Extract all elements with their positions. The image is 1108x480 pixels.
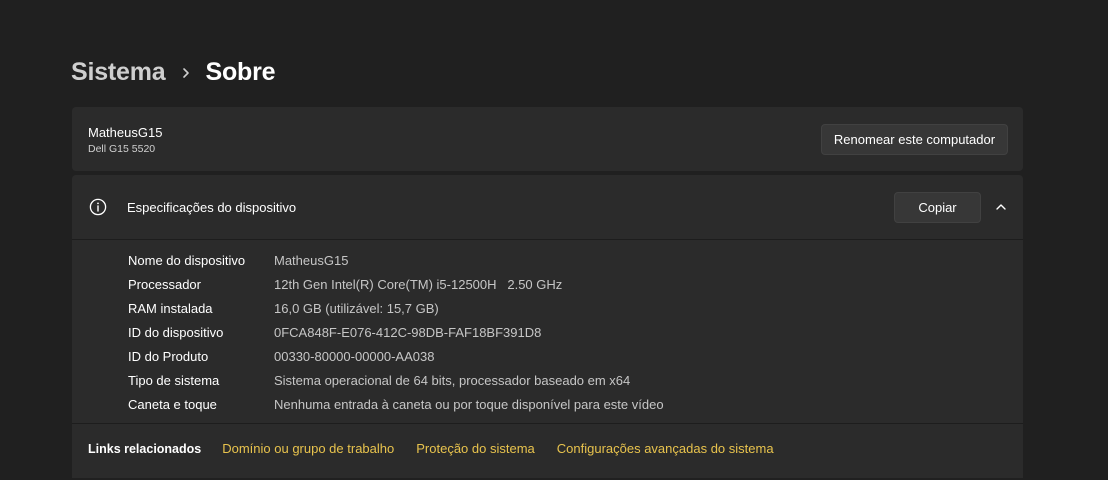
- chevron-right-icon: [166, 58, 206, 87]
- spec-value[interactable]: Nenhuma entrada à caneta ou por toque di…: [274, 397, 664, 412]
- spec-label: ID do dispositivo: [128, 324, 224, 340]
- spec-value[interactable]: MatheusG15: [274, 253, 348, 268]
- divider: [72, 423, 1023, 424]
- spec-value[interactable]: 12th Gen Intel(R) Core(TM) i5-12500H 2.5…: [274, 277, 562, 292]
- spec-row: Processador 12th Gen Intel(R) Core(TM) i…: [128, 272, 664, 296]
- device-model: Dell G15 5520: [88, 143, 156, 155]
- spec-row: Nome do dispositivo MatheusG15: [128, 248, 664, 272]
- spec-label: RAM instalada: [128, 300, 213, 316]
- spec-label: Caneta e toque: [128, 396, 217, 412]
- breadcrumb-parent-sistema[interactable]: Sistema: [71, 58, 166, 87]
- spec-row: Tipo de sistema Sistema operacional de 6…: [128, 368, 664, 392]
- spec-row: ID do Produto 00330-80000-00000-AA038: [128, 344, 664, 368]
- rename-computer-button[interactable]: Renomear este computador: [821, 124, 1008, 155]
- link-domain-workgroup[interactable]: Domínio ou grupo de trabalho: [222, 441, 394, 456]
- chevron-up-icon[interactable]: [994, 200, 1008, 214]
- spec-label: ID do Produto: [128, 348, 209, 364]
- device-name: MatheusG15: [88, 125, 163, 140]
- related-links: Links relacionados Domínio ou grupo de t…: [88, 441, 796, 456]
- link-advanced-system-settings[interactable]: Configurações avançadas do sistema: [557, 441, 774, 456]
- device-card: MatheusG15 Dell G15 5520 Renomear este c…: [72, 107, 1023, 171]
- spec-label: Nome do dispositivo: [128, 252, 246, 268]
- spec-row: Caneta e toque Nenhuma entrada à caneta …: [128, 392, 664, 416]
- spec-row: ID do dispositivo 0FCA848F-E076-412C-98D…: [128, 320, 664, 344]
- specs-title: Especificações do dispositivo: [127, 200, 297, 215]
- spec-value[interactable]: Sistema operacional de 64 bits, processa…: [274, 373, 630, 388]
- device-specs-card: Especificações do dispositivo Copiar Nom…: [72, 175, 1023, 478]
- breadcrumb: Sistema Sobre: [71, 55, 276, 89]
- link-system-protection[interactable]: Proteção do sistema: [416, 441, 535, 456]
- page-title: Sobre: [205, 57, 276, 86]
- spec-table: Nome do dispositivo MatheusG15 Processad…: [128, 248, 664, 416]
- info-icon: [89, 198, 107, 216]
- specs-header[interactable]: Especificações do dispositivo Copiar: [72, 175, 1023, 239]
- spec-label: Processador: [128, 276, 201, 292]
- spec-value[interactable]: 16,0 GB (utilizável: 15,7 GB): [274, 301, 439, 316]
- spec-value[interactable]: 0FCA848F-E076-412C-98DB-FAF18BF391D8: [274, 325, 541, 340]
- divider: [72, 239, 1023, 240]
- spec-label: Tipo de sistema: [128, 372, 220, 388]
- spec-value[interactable]: 00330-80000-00000-AA038: [274, 349, 434, 364]
- copy-button[interactable]: Copiar: [894, 192, 981, 223]
- related-links-label: Links relacionados: [88, 441, 202, 456]
- spec-row: RAM instalada 16,0 GB (utilizável: 15,7 …: [128, 296, 664, 320]
